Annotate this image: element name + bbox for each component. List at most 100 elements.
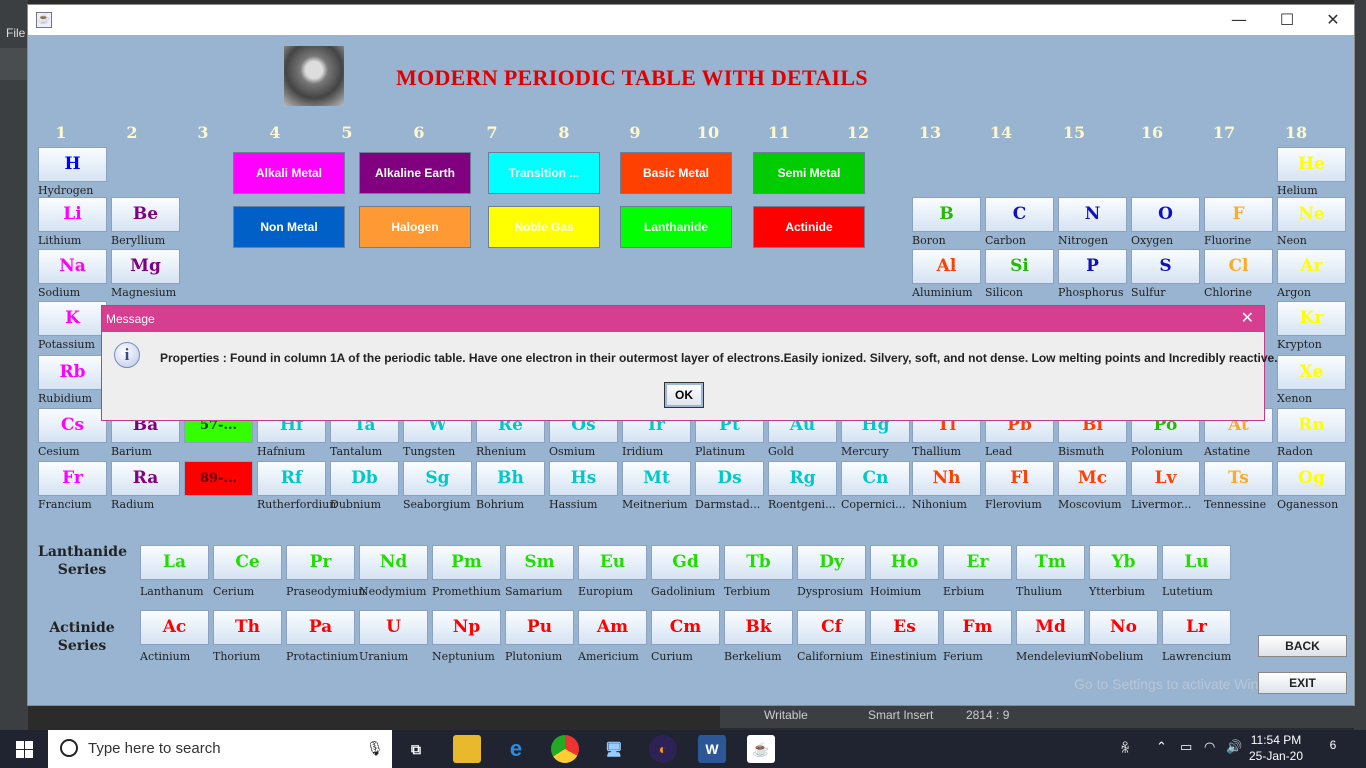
lanthanides-tb-button[interactable]: Tb bbox=[724, 545, 793, 580]
element-he-button[interactable]: He bbox=[1277, 147, 1346, 182]
element-rf-button[interactable]: Rf bbox=[257, 461, 326, 496]
actinides-cf-button[interactable]: Cf bbox=[797, 610, 866, 645]
element-fr-button[interactable]: Fr bbox=[38, 461, 107, 496]
element-hs-button[interactable]: Hs bbox=[549, 461, 618, 496]
task-view-icon[interactable]: ⧉ bbox=[402, 735, 430, 763]
dialog-close-button[interactable]: ✕ bbox=[1241, 308, 1254, 327]
legend-basic-metal[interactable]: Basic Metal bbox=[620, 152, 732, 194]
legend-lanthanide[interactable]: Lanthanide bbox=[620, 206, 732, 248]
legend-alkaline-earth[interactable]: Alkaline Earth bbox=[359, 152, 471, 194]
element-f-button[interactable]: F bbox=[1204, 197, 1273, 232]
chevron-up-icon[interactable]: ⌃ bbox=[1156, 740, 1167, 755]
element-al-button[interactable]: Al bbox=[912, 249, 981, 284]
element-k-button[interactable]: K bbox=[38, 301, 107, 336]
close-window-button[interactable]: ✕ bbox=[1310, 9, 1356, 31]
java-icon[interactable]: ☕ bbox=[747, 735, 775, 763]
lanthanides-lu-button[interactable]: Lu bbox=[1162, 545, 1231, 580]
actinides-bk-button[interactable]: Bk bbox=[724, 610, 793, 645]
element-mg-button[interactable]: Mg bbox=[111, 249, 180, 284]
actinides-np-button[interactable]: Np bbox=[432, 610, 501, 645]
legend-non-metal[interactable]: Non Metal bbox=[233, 206, 345, 248]
element-89-button[interactable]: 89-... bbox=[184, 461, 253, 496]
element-rn-button[interactable]: Rn bbox=[1277, 408, 1346, 443]
exit-button[interactable]: EXIT bbox=[1258, 672, 1347, 694]
actinides-am-button[interactable]: Am bbox=[578, 610, 647, 645]
lanthanides-tm-button[interactable]: Tm bbox=[1016, 545, 1085, 580]
minimize-button[interactable]: — bbox=[1216, 9, 1262, 31]
element-ne-button[interactable]: Ne bbox=[1277, 197, 1346, 232]
element-ts-button[interactable]: Ts bbox=[1204, 461, 1273, 496]
lanthanides-er-button[interactable]: Er bbox=[943, 545, 1012, 580]
file-explorer-icon[interactable] bbox=[453, 735, 481, 763]
legend-actinide[interactable]: Actinide bbox=[753, 206, 865, 248]
element-h-button[interactable]: H bbox=[38, 147, 107, 182]
maximize-button[interactable]: ☐ bbox=[1264, 9, 1310, 31]
microphone-icon[interactable]: 🎙 bbox=[366, 740, 384, 757]
element-o-button[interactable]: O bbox=[1131, 197, 1200, 232]
element-lv-button[interactable]: Lv bbox=[1131, 461, 1200, 496]
taskbar-search[interactable]: Type here to search 🎙 bbox=[48, 730, 392, 768]
eclipse-icon[interactable]: ◐ bbox=[649, 735, 677, 763]
actinides-es-button[interactable]: Es bbox=[870, 610, 939, 645]
actinides-th-button[interactable]: Th bbox=[213, 610, 282, 645]
lanthanides-nd-button[interactable]: Nd bbox=[359, 545, 428, 580]
chrome-icon[interactable] bbox=[551, 735, 579, 763]
element-ar-button[interactable]: Ar bbox=[1277, 249, 1346, 284]
element-ds-button[interactable]: Ds bbox=[695, 461, 764, 496]
back-button[interactable]: BACK bbox=[1258, 635, 1347, 657]
actinides-pu-button[interactable]: Pu bbox=[505, 610, 574, 645]
legend-halogen[interactable]: Halogen bbox=[359, 206, 471, 248]
legend-alkali-metal[interactable]: Alkali Metal bbox=[233, 152, 345, 194]
actinides-no-button[interactable]: No bbox=[1089, 610, 1158, 645]
lanthanides-yb-button[interactable]: Yb bbox=[1089, 545, 1158, 580]
taskbar-clock[interactable]: 11:54 PM 25-Jan-20 bbox=[1246, 732, 1306, 764]
element-bh-button[interactable]: Bh bbox=[476, 461, 545, 496]
actinides-cm-button[interactable]: Cm bbox=[651, 610, 720, 645]
element-cl-button[interactable]: Cl bbox=[1204, 249, 1273, 284]
element-li-button[interactable]: Li bbox=[38, 197, 107, 232]
notification-center-icon[interactable]: 6 bbox=[1322, 738, 1344, 760]
element-cn-button[interactable]: Cn bbox=[841, 461, 910, 496]
element-b-button[interactable]: B bbox=[912, 197, 981, 232]
element-n-button[interactable]: N bbox=[1058, 197, 1127, 232]
word-icon[interactable]: W bbox=[698, 735, 726, 763]
lanthanides-dy-button[interactable]: Dy bbox=[797, 545, 866, 580]
lanthanides-eu-button[interactable]: Eu bbox=[578, 545, 647, 580]
people-icon[interactable]: ꆜ bbox=[1120, 740, 1130, 757]
element-c-button[interactable]: C bbox=[985, 197, 1054, 232]
start-button[interactable] bbox=[0, 730, 48, 768]
element-og-button[interactable]: Og bbox=[1277, 461, 1346, 496]
element-be-button[interactable]: Be bbox=[111, 197, 180, 232]
lanthanides-pr-button[interactable]: Pr bbox=[286, 545, 355, 580]
element-s-button[interactable]: S bbox=[1131, 249, 1200, 284]
network-app-icon[interactable]: 🖥 bbox=[600, 735, 628, 763]
legend-noble-gas[interactable]: Noble Gas bbox=[488, 206, 600, 248]
ide-file-menu[interactable]: File bbox=[6, 26, 25, 40]
lanthanides-la-button[interactable]: La bbox=[140, 545, 209, 580]
element-rg-button[interactable]: Rg bbox=[768, 461, 837, 496]
element-nh-button[interactable]: Nh bbox=[912, 461, 981, 496]
element-ra-button[interactable]: Ra bbox=[111, 461, 180, 496]
ok-button[interactable]: OK bbox=[664, 382, 704, 408]
element-sg-button[interactable]: Sg bbox=[403, 461, 472, 496]
battery-icon[interactable]: ▭ bbox=[1180, 740, 1192, 755]
edge-icon[interactable]: e bbox=[502, 735, 530, 763]
element-kr-button[interactable]: Kr bbox=[1277, 301, 1346, 336]
lanthanides-pm-button[interactable]: Pm bbox=[432, 545, 501, 580]
legend-semi-metal[interactable]: Semi Metal bbox=[753, 152, 865, 194]
actinides-ac-button[interactable]: Ac bbox=[140, 610, 209, 645]
actinides-md-button[interactable]: Md bbox=[1016, 610, 1085, 645]
legend-transition[interactable]: Transition ... bbox=[488, 152, 600, 194]
actinides-fm-button[interactable]: Fm bbox=[943, 610, 1012, 645]
lanthanides-gd-button[interactable]: Gd bbox=[651, 545, 720, 580]
element-p-button[interactable]: P bbox=[1058, 249, 1127, 284]
element-si-button[interactable]: Si bbox=[985, 249, 1054, 284]
lanthanides-ce-button[interactable]: Ce bbox=[213, 545, 282, 580]
lanthanides-sm-button[interactable]: Sm bbox=[505, 545, 574, 580]
actinides-u-button[interactable]: U bbox=[359, 610, 428, 645]
wifi-icon[interactable]: ◠ bbox=[1204, 740, 1215, 755]
actinides-lr-button[interactable]: Lr bbox=[1162, 610, 1231, 645]
lanthanides-ho-button[interactable]: Ho bbox=[870, 545, 939, 580]
element-mc-button[interactable]: Mc bbox=[1058, 461, 1127, 496]
element-db-button[interactable]: Db bbox=[330, 461, 399, 496]
